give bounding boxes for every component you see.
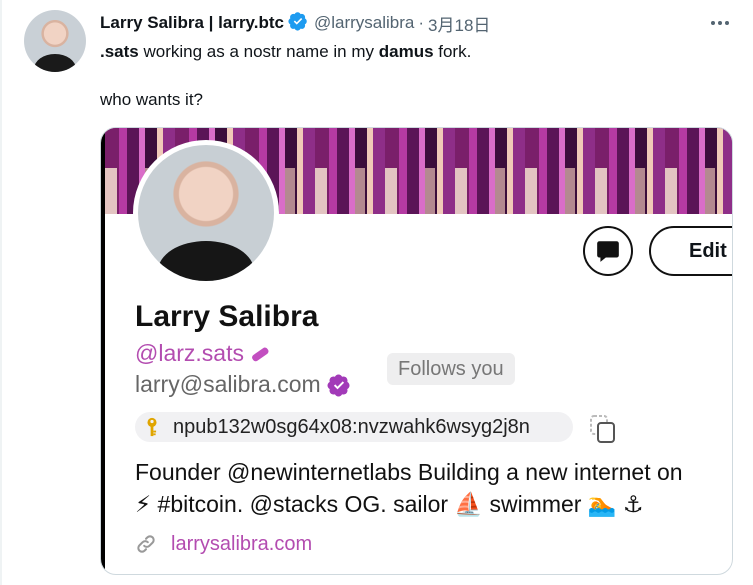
website-text: larrysalibra.com — [171, 532, 313, 555]
more-options-icon[interactable] — [700, 12, 740, 34]
verified-badge-icon — [288, 11, 308, 36]
tweet-header: Larry Salibra | larry.btc @larrysalibra … — [100, 11, 490, 36]
nip05-text: larry@salibra.com — [135, 371, 321, 397]
bio-line-1: Founder @newinternetlabs Building a new … — [135, 459, 683, 485]
copy-icon — [590, 415, 615, 443]
pencil-icon — [252, 347, 269, 361]
author-name[interactable]: Larry Salibra | larry.btc — [100, 13, 284, 33]
tweet-text-line-2: who wants it? — [100, 90, 203, 109]
thread-divider — [0, 0, 2, 585]
profile-bio: Founder @newinternetlabs Building a new … — [135, 456, 683, 520]
edit-profile-button: Edit — [649, 226, 732, 276]
profile-avatar — [133, 140, 279, 286]
verified-purple-icon — [327, 374, 350, 396]
profile-screenshot: Edit Larry Salibra @larz.sats Follows yo… — [101, 128, 732, 574]
author-handle[interactable]: @larrysalibra — [314, 13, 414, 33]
tweet-text-bold-sats: .sats — [100, 42, 139, 61]
author-avatar[interactable] — [24, 10, 86, 72]
profile-display-name: Larry Salibra — [135, 300, 319, 333]
npub-pill: npub132w0sg64x08:nvzwahk6wsyg2j8n — [135, 412, 573, 442]
header-separator: · — [418, 13, 425, 32]
profile-website: larrysalibra.com — [135, 530, 312, 558]
tweet-text-mid: working as a nostr name in my — [138, 42, 379, 61]
profile-nip05: larry@salibra.com — [135, 371, 351, 398]
tweet-text-line-1: .sats working as a nostr name in my damu… — [100, 40, 471, 64]
profile-nostr-name: @larz.sats — [135, 340, 272, 367]
tweet-text-bold-damus: damus — [378, 42, 434, 61]
follows-you-badge: Follows you — [387, 353, 515, 385]
nostr-name-text: @larz.sats — [135, 340, 244, 366]
bio-line-2: ⚡ #bitcoin. @stacks OG. sailor ⛵ swimmer… — [135, 491, 644, 517]
tweet-text: .sats working as a nostr name in my damu… — [100, 40, 471, 112]
message-button — [583, 226, 633, 276]
link-icon — [137, 535, 155, 553]
tweet-text-end: fork. — [433, 42, 472, 61]
npub-text: npub132w0sg64x08:nvzwahk6wsyg2j8n — [173, 415, 530, 438]
attached-image[interactable]: Edit Larry Salibra @larz.sats Follows yo… — [100, 127, 733, 575]
tweet-date[interactable]: 3月18日 — [428, 11, 490, 36]
key-icon — [147, 417, 157, 437]
message-bubble-icon — [597, 241, 619, 262]
